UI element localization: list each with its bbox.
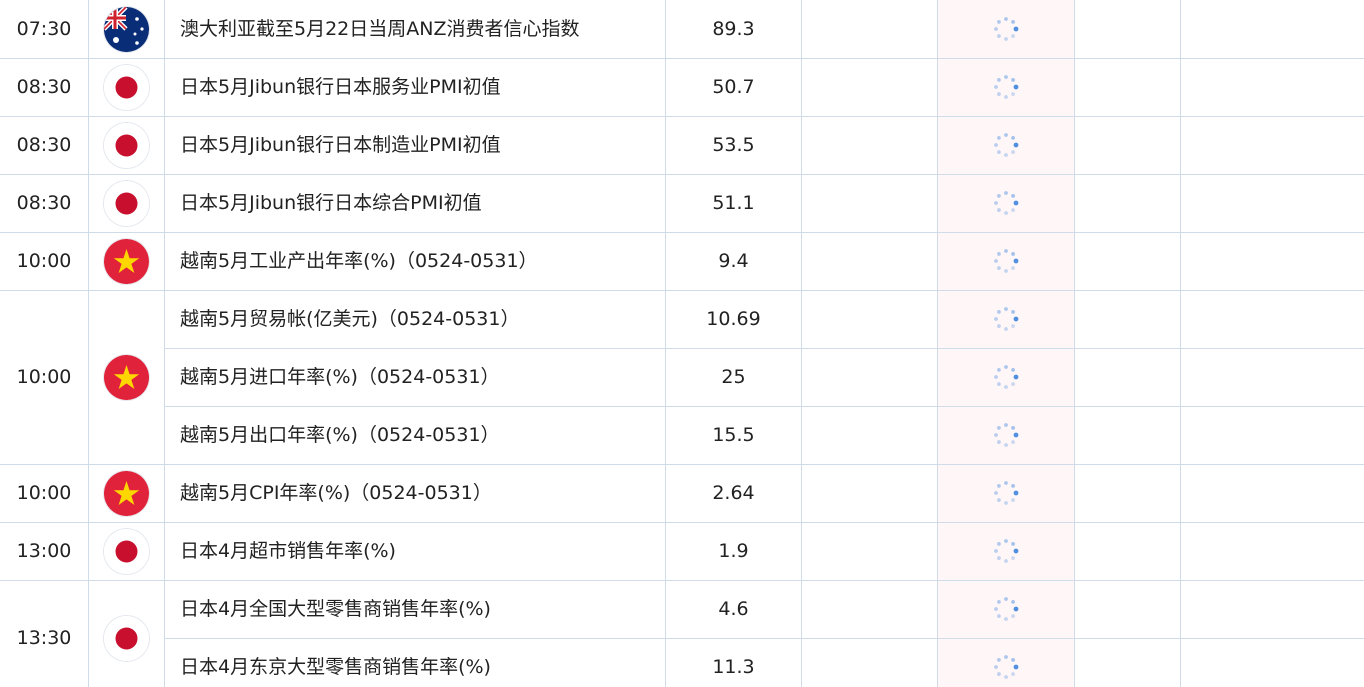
country-flag-cell (89, 522, 164, 580)
loading-spinner-icon (991, 14, 1021, 44)
australia-flag-icon (104, 6, 149, 52)
row-divider (0, 290, 1364, 291)
event-title[interactable]: 越南5月进口年率(%)（0524-0531） (165, 348, 665, 406)
event-time: 13:00 (16, 539, 72, 562)
loading-spinner-icon (991, 594, 1021, 624)
actual-value-loading (938, 174, 1074, 232)
row-divider (0, 116, 1364, 117)
japan-flag-icon (104, 122, 149, 168)
event-time: 10:00 (16, 481, 72, 504)
actual-value-loading (938, 116, 1074, 174)
actual-value-loading (938, 406, 1074, 464)
previous-value: 50.7 (712, 75, 755, 98)
row-divider (0, 464, 1364, 465)
loading-spinner-icon (991, 478, 1021, 508)
loading-spinner-icon (991, 652, 1021, 682)
previous-value: 1.9 (718, 539, 749, 562)
column-divider (665, 0, 666, 687)
row-divider (165, 348, 1364, 349)
column-divider (164, 0, 165, 687)
actual-value-loading (938, 0, 1074, 58)
previous-value: 11.3 (712, 655, 755, 678)
column-divider (937, 0, 938, 687)
japan-flag-icon (104, 64, 149, 110)
actual-value-loading (938, 580, 1074, 638)
row-divider (0, 174, 1364, 175)
event-time: 08:30 (16, 133, 72, 156)
loading-spinner-icon (991, 246, 1021, 276)
column-divider (1180, 0, 1181, 687)
vietnam-flag-icon (104, 238, 149, 284)
row-divider (165, 638, 1364, 639)
loading-spinner-icon (991, 72, 1021, 102)
country-flag-cell (89, 58, 164, 116)
loading-spinner-icon (991, 304, 1021, 334)
loading-spinner-icon (991, 188, 1021, 218)
vietnam-flag-icon (104, 470, 149, 516)
event-title[interactable]: 越南5月贸易帐(亿美元)（0524-0531） (165, 290, 665, 348)
event-title[interactable]: 越南5月工业产出年率(%)（0524-0531） (165, 232, 665, 290)
country-flag-cell (89, 290, 164, 464)
previous-value: 2.64 (712, 481, 755, 504)
event-time: 10:00 (16, 365, 72, 388)
actual-value-loading (938, 348, 1074, 406)
event-title[interactable]: 日本5月Jibun银行日本制造业PMI初值 (165, 116, 665, 174)
row-divider (165, 406, 1364, 407)
loading-spinner-icon (991, 130, 1021, 160)
previous-value: 25 (721, 365, 746, 388)
event-title[interactable]: 越南5月CPI年率(%)（0524-0531） (165, 464, 665, 522)
japan-flag-icon (104, 180, 149, 226)
actual-value-loading (938, 232, 1074, 290)
event-time: 08:30 (16, 191, 72, 214)
event-title[interactable]: 日本4月东京大型零售商销售年率(%) (165, 638, 665, 687)
row-divider (0, 58, 1364, 59)
event-time: 07:30 (16, 17, 72, 40)
country-flag-cell (89, 174, 164, 232)
actual-value-loading (938, 464, 1074, 522)
event-title[interactable]: 日本5月Jibun银行日本综合PMI初值 (165, 174, 665, 232)
country-flag-cell (89, 0, 164, 58)
loading-spinner-icon (991, 420, 1021, 450)
previous-value: 51.1 (712, 191, 755, 214)
column-divider (1074, 0, 1075, 687)
country-flag-cell (89, 580, 164, 687)
country-flag-cell (89, 116, 164, 174)
country-flag-cell (89, 464, 164, 522)
previous-value: 89.3 (712, 17, 755, 40)
event-title[interactable]: 日本5月Jibun银行日本服务业PMI初值 (165, 58, 665, 116)
actual-value-loading (938, 58, 1074, 116)
previous-value: 10.69 (706, 307, 761, 330)
previous-value: 4.6 (718, 597, 749, 620)
japan-flag-icon (104, 528, 149, 574)
previous-value: 15.5 (712, 423, 755, 446)
actual-value-loading (938, 638, 1074, 687)
loading-spinner-icon (991, 536, 1021, 566)
event-time: 13:30 (16, 626, 72, 649)
row-divider (0, 580, 1364, 581)
previous-value: 9.4 (718, 249, 749, 272)
column-divider (88, 0, 89, 687)
event-title[interactable]: 澳大利亚截至5月22日当周ANZ消费者信心指数 (165, 0, 665, 58)
loading-spinner-icon (991, 362, 1021, 392)
row-divider (0, 522, 1364, 523)
country-flag-cell (89, 232, 164, 290)
japan-flag-icon (104, 615, 149, 661)
row-divider (0, 232, 1364, 233)
column-divider (801, 0, 802, 687)
event-title[interactable]: 日本4月超市销售年率(%) (165, 522, 665, 580)
previous-value: 53.5 (712, 133, 755, 156)
economic-calendar-table: 07:30 澳大利亚截至5月22日当周ANZ消费者信心指数 89.3 08:30 日本5… (0, 0, 1364, 687)
event-time: 08:30 (16, 75, 72, 98)
event-title[interactable]: 越南5月出口年率(%)（0524-0531） (165, 406, 665, 464)
actual-value-loading (938, 290, 1074, 348)
vietnam-flag-icon (104, 354, 149, 400)
actual-value-loading (938, 522, 1074, 580)
event-title[interactable]: 日本4月全国大型零售商销售年率(%) (165, 580, 665, 638)
event-time: 10:00 (16, 249, 72, 272)
